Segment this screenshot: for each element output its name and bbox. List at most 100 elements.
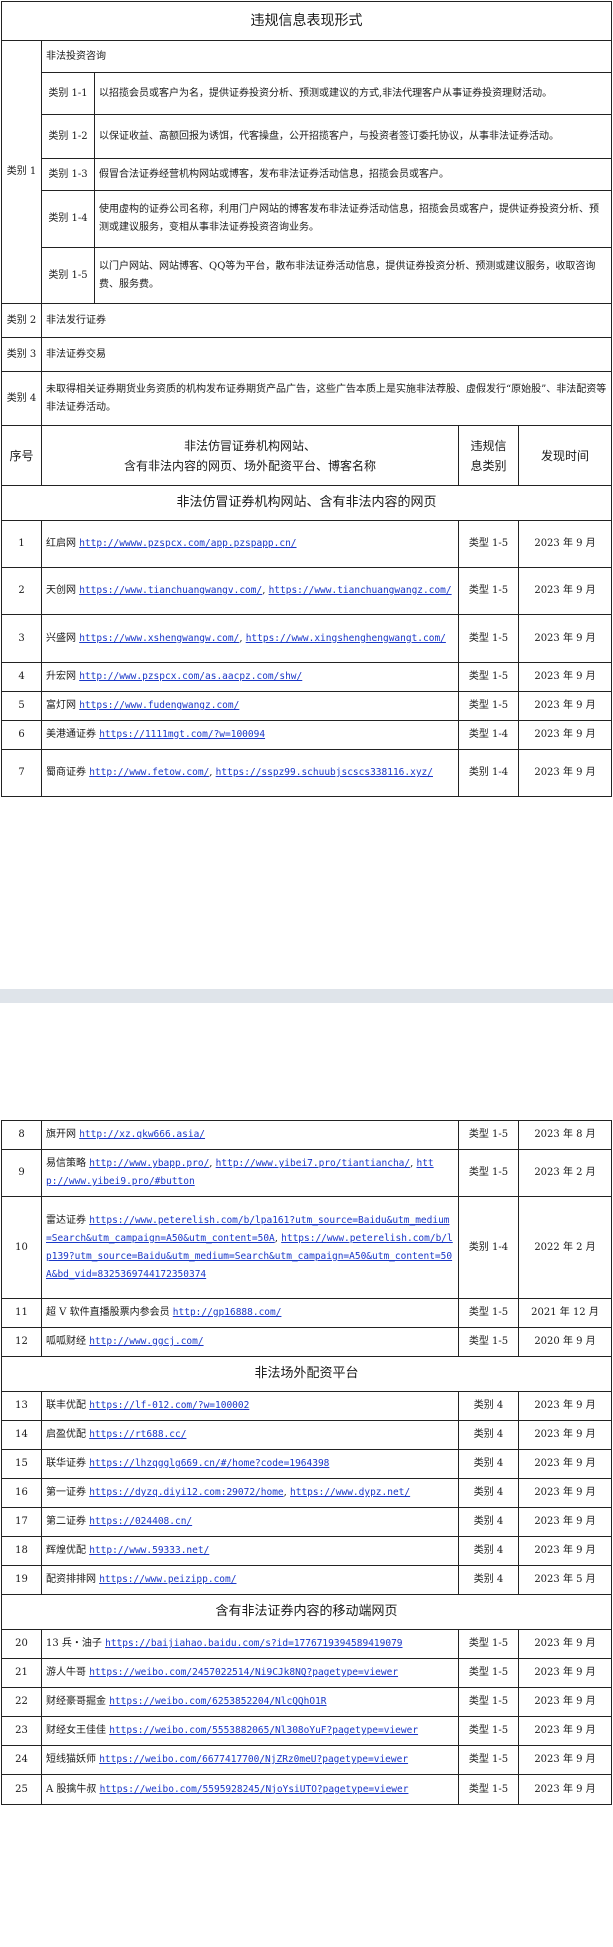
section-2-title: 非法场外配资平台 xyxy=(1,1356,612,1392)
site-name: 美港通证券 xyxy=(46,729,96,740)
row-number: 12 xyxy=(1,1327,42,1357)
table-row: 7 蜀商证券 http://www.fetow.com/, https://ssp… xyxy=(1,749,613,797)
row-number: 19 xyxy=(1,1565,42,1595)
table-row: 14 启盈优配 https://rt688.cc/类别 4 2023 年 9 月 xyxy=(1,1420,612,1450)
row-found-time: 2023 年 8 月 xyxy=(518,1120,612,1150)
site-url-link[interactable]: https://www.fudengwangz.com/ xyxy=(79,700,239,711)
site-url-link[interactable]: http://wwww.pzspcx.com/app.pzspapp.cn/ xyxy=(79,538,296,549)
site-url-link[interactable]: http://www.yibei7.pro/tiantiancha/ xyxy=(216,1158,410,1169)
category-1-label: 类别 1 xyxy=(1,40,42,304)
row-found-time: 2023 年 9 月 xyxy=(518,1449,612,1479)
violation-table-page-2: 8 旗开网 http://xz.qkw666.asia/类型 1-5 2023 年 … xyxy=(1,1120,612,1805)
site-url-link[interactable]: https://024408.cn/ xyxy=(89,1516,192,1527)
row-found-time: 2023 年 9 月 xyxy=(517,567,613,615)
header-name: 非法仿冒证券机构网站、 含有非法内容的网页、场外配资平台、博客名称 xyxy=(41,425,459,486)
site-url-link[interactable]: https://sspz99.schuubjscscs338116.xyz/ xyxy=(216,767,433,778)
row-violation-type: 类型 1-5 xyxy=(458,1298,519,1328)
site-url-link[interactable]: https://1111mgt.com/?w=100094 xyxy=(99,729,265,740)
rows-block-c: 13 联丰优配 https://lf-012.com/?w=100002 类别 42… xyxy=(1,1391,612,1595)
row-found-time: 2023 年 9 月 xyxy=(518,1420,612,1450)
site-url-link[interactable]: http://xz.qkw666.asia/ xyxy=(79,1129,205,1140)
site-url-link[interactable]: https://dyzq.diyi12.com:29072/home xyxy=(89,1487,283,1498)
site-url-link[interactable]: https://weibo.com/5553882065/Nl308oYuF?p… xyxy=(109,1725,418,1736)
header-time: 发现时间 xyxy=(517,425,613,486)
site-name: 游人牛哥 xyxy=(46,1667,86,1678)
site-url-link[interactable]: https://www.tianchuangwangv.com/ xyxy=(79,585,262,596)
site-url-link[interactable]: https://lf-012.com/?w=100002 xyxy=(89,1400,249,1411)
row-site: 红启网 http://wwww.pzspcx.com/app.pzspapp.c… xyxy=(41,520,459,568)
category-1-1-label: 类别 1-1 xyxy=(41,72,95,115)
row-violation-type: 类别 4 xyxy=(458,1507,519,1537)
header-type-line-1: 违规信 xyxy=(470,438,507,453)
table-row: 6 美港通证券 https://1111mgt.com/?w=100094 类型 1… xyxy=(1,720,613,750)
site-url-link[interactable]: https://baijiahao.baidu.com/s?id=1776719… xyxy=(105,1638,402,1649)
category-2-label: 类别 2 xyxy=(1,303,42,338)
category-1-4-label: 类别 1-4 xyxy=(41,190,95,248)
section-3-title: 含有非法证券内容的移动端网页 xyxy=(1,1594,612,1630)
row-site: 启盈优配 https://rt688.cc/ xyxy=(41,1420,459,1450)
site-url-link[interactable]: https://weibo.com/6677417700/NjZRz0meU?p… xyxy=(99,1754,408,1765)
row-site: 旗开网 http://xz.qkw666.asia/ xyxy=(41,1120,459,1150)
category-1-1-text: 以招揽会员或客户为名，提供证券投资分析、预测或建议的方式,非法代理客户从事证券投… xyxy=(93,72,613,115)
rows-block-d: 20 13 兵・油子 https://baijiahao.baidu.com/s?… xyxy=(1,1629,612,1805)
row-site: 超 V 软件直播股票内参会员 http://gp16888.com/ xyxy=(41,1298,459,1328)
table-row: 8 旗开网 http://xz.qkw666.asia/类型 1-5 2023 年 … xyxy=(1,1120,612,1150)
category-1-5-label: 类别 1-5 xyxy=(41,247,95,304)
site-url-link[interactable]: http://gp16888.com/ xyxy=(173,1307,282,1318)
site-name: 富灯网 xyxy=(46,700,76,711)
row-found-time: 2023 年 9 月 xyxy=(518,1774,612,1805)
site-url-link[interactable]: https://rt688.cc/ xyxy=(89,1429,186,1440)
site-name: 超 V 软件直播股票内参会员 xyxy=(46,1307,170,1318)
site-url-link[interactable]: https://weibo.com/5595928245/NjoYsiUTO?p… xyxy=(100,1784,409,1795)
table-row: 24 短线猫妖师 https://weibo.com/6677417700/NjZ… xyxy=(1,1745,612,1775)
site-url-link[interactable]: https://www.peizipp.com/ xyxy=(99,1574,236,1585)
site-name: 联华证券 xyxy=(46,1458,86,1469)
site-url-link[interactable]: http://www.pzspcx.com/as.aacpz.com/shw/ xyxy=(79,671,302,682)
row-violation-type: 类别 4 xyxy=(458,1478,519,1508)
site-name: 呱呱财经 xyxy=(46,1336,86,1347)
row-number: 17 xyxy=(1,1507,42,1537)
site-url-link[interactable]: https://weibo.com/6253852204/NlcQQhO1R xyxy=(109,1696,326,1707)
table-row: 11 超 V 软件直播股票内参会员 http://gp16888.com/类型 1… xyxy=(1,1298,612,1328)
site-url-link[interactable]: https://www.xingshenghengwangt.com/ xyxy=(246,633,446,644)
site-url-link[interactable]: http://www.fetow.com/ xyxy=(89,767,209,778)
site-url-link[interactable]: https://www.xshengwangw.com/ xyxy=(79,633,239,644)
category-1-2-label: 类别 1-2 xyxy=(41,114,95,159)
site-url-link[interactable]: https://lhzqgglg669.cn/#/home?code=19643… xyxy=(89,1458,329,1469)
header-type: 违规信 息类别 xyxy=(458,425,519,486)
row-violation-type: 类别 1-4 xyxy=(458,749,519,797)
site-name: 短线猫妖师 xyxy=(46,1754,96,1765)
site-url-link[interactable]: http://www.ggcj.com/ xyxy=(89,1336,203,1347)
site-url-link[interactable]: https://weibo.com/2457022514/Ni9CJk8NQ?p… xyxy=(89,1667,398,1678)
row-found-time: 2023 年 9 月 xyxy=(517,662,613,692)
row-found-time: 2022 年 2 月 xyxy=(518,1196,612,1299)
row-violation-type: 类别 1-4 xyxy=(458,1196,519,1299)
row-found-time: 2020 年 9 月 xyxy=(518,1327,612,1357)
row-site: 游人牛哥 https://weibo.com/2457022514/Ni9CJk… xyxy=(41,1658,459,1688)
row-site: 第一证券 https://dyzq.diyi12.com:29072/home,… xyxy=(41,1478,459,1508)
site-url-link[interactable]: http://www.ybapp.pro/ xyxy=(89,1158,209,1169)
row-violation-type: 类别 4 xyxy=(458,1449,519,1479)
row-site: 美港通证券 https://1111mgt.com/?w=100094 xyxy=(41,720,459,750)
category-3-label: 类别 3 xyxy=(1,337,42,372)
site-url-link[interactable]: https://www.tianchuangwangz.com/ xyxy=(269,585,452,596)
row-violation-type: 类型 1-5 xyxy=(458,691,519,721)
row-number: 11 xyxy=(1,1298,42,1328)
site-url-link[interactable]: http://www.59333.net/ xyxy=(89,1545,209,1556)
row-number: 7 xyxy=(1,749,42,797)
row-violation-type: 类型 1-5 xyxy=(458,1658,519,1688)
header-name-line-2: 含有非法内容的网页、场外配资平台、博客名称 xyxy=(123,458,376,473)
category-2-text: 非法发行证券 xyxy=(40,303,613,338)
site-url-link[interactable]: https://www.dypz.net/ xyxy=(290,1487,410,1498)
category-1-3-text: 假冒合法证券经营机构网站或博客，发布非法证券活动信息，招揽会员或客户。 xyxy=(93,158,613,191)
row-site: A 股擒牛叔 https://weibo.com/5595928245/NjoY… xyxy=(41,1774,459,1805)
header-type-line-2: 息类别 xyxy=(470,458,507,473)
table-row: 1 红启网 http://wwww.pzspcx.com/app.pzspapp.… xyxy=(1,520,613,568)
site-name: 启盈优配 xyxy=(46,1429,86,1440)
row-found-time: 2023 年 9 月 xyxy=(517,614,613,663)
row-found-time: 2023 年 9 月 xyxy=(517,520,613,568)
table-row: 4 升宏网 http://www.pzspcx.com/as.aacpz.com/… xyxy=(1,662,613,692)
row-found-time: 2023 年 2 月 xyxy=(518,1149,612,1197)
row-found-time: 2023 年 9 月 xyxy=(518,1391,612,1421)
rows-block-b: 8 旗开网 http://xz.qkw666.asia/类型 1-5 2023 年 … xyxy=(1,1120,612,1357)
